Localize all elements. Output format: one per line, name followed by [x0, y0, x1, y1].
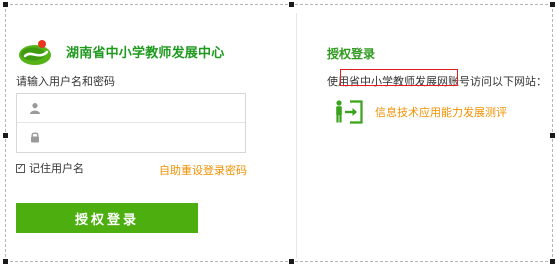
remember-username[interactable]: ✓ 记住用户名: [16, 161, 84, 175]
resize-handle-middle-left[interactable]: [3, 133, 8, 138]
resize-handle-bottom-middle[interactable]: [289, 259, 294, 264]
center-logo-icon: [19, 40, 51, 65]
resize-handle-top-right[interactable]: [550, 2, 555, 7]
remember-label: 记住用户名: [29, 162, 84, 175]
resize-handle-bottom-right[interactable]: [550, 259, 555, 264]
lock-icon: [31, 132, 39, 143]
authorized-app-item[interactable]: 信息技术应用能力发展测评: [331, 99, 507, 125]
user-icon: [30, 103, 40, 114]
resize-handle-top-left[interactable]: [3, 2, 8, 7]
panel-divider: [296, 13, 297, 258]
authorized-app-link[interactable]: 信息技术应用能力发展测评: [375, 104, 507, 120]
username-row: [17, 94, 245, 123]
login-button[interactable]: 授权登录: [16, 203, 198, 233]
exit-door-icon: [336, 100, 363, 124]
site-title: 湖南省中小学教师发展中心: [66, 46, 225, 61]
authorize-description: 使用省中小学教师发展网账号访问以下网站：: [327, 75, 547, 88]
authorization-dialog: 湖南省中小学教师发展中心 请输入用户名和密码 ✓ 记住用户名 自助重设登录密码 …: [3, 2, 555, 264]
credentials-box: [16, 93, 246, 153]
resize-handle-middle-right[interactable]: [550, 133, 555, 138]
resize-handle-bottom-left[interactable]: [3, 259, 8, 264]
reset-password-link[interactable]: 自助重设登录密码: [159, 162, 247, 178]
password-row: [17, 123, 245, 152]
remember-checkbox[interactable]: ✓: [16, 163, 25, 173]
username-input[interactable]: [49, 97, 239, 119]
resize-handle-top-middle[interactable]: [289, 2, 294, 7]
password-input[interactable]: [49, 126, 239, 148]
authorize-title: 授权登录: [327, 47, 376, 61]
login-prompt: 请输入用户名和密码: [16, 75, 115, 88]
